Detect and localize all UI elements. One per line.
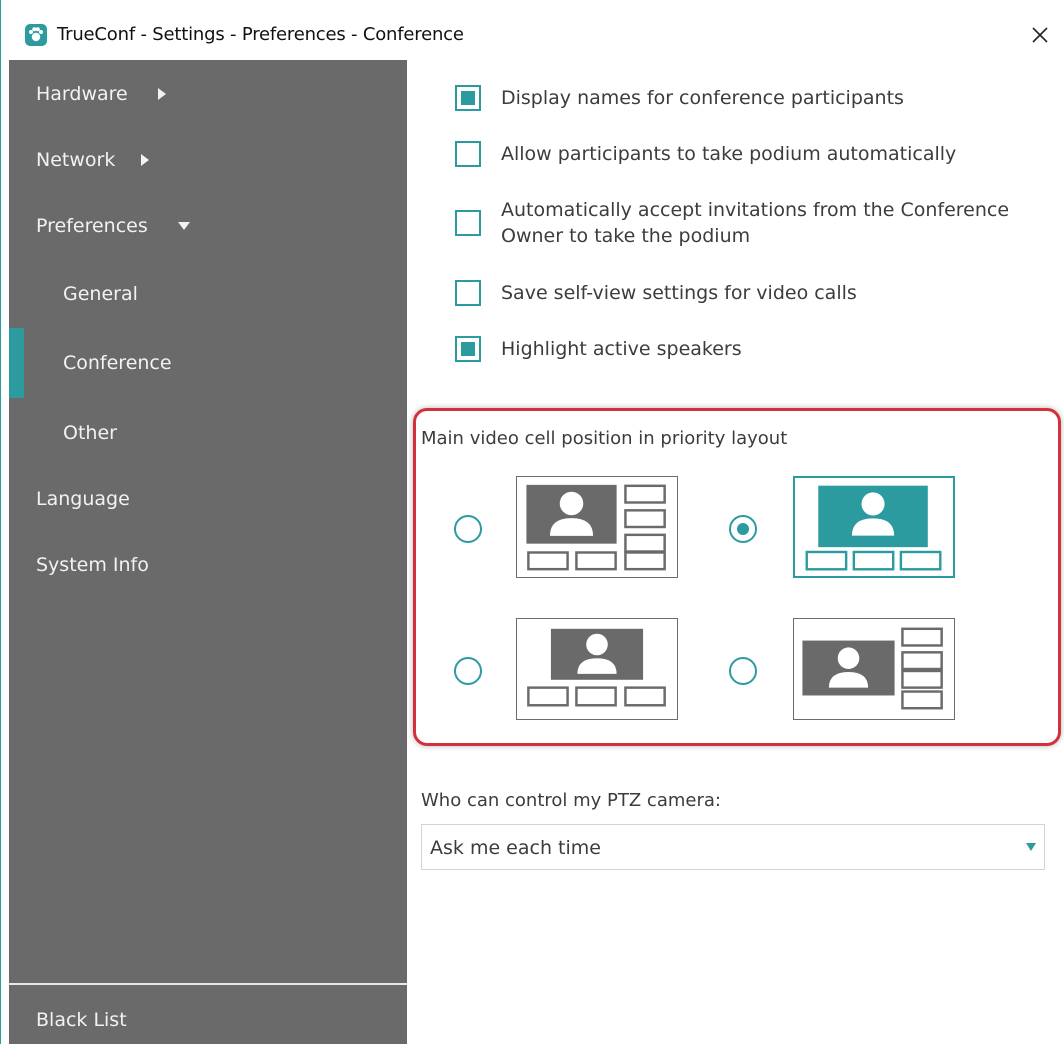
layout-left-main-icon [802, 627, 943, 710]
option-label: Highlight active speakers [501, 338, 742, 360]
option-label: Allow participants to take podium automa… [501, 143, 957, 165]
layout-thumb-top-left[interactable] [516, 476, 678, 578]
highlight-speakers-checkbox[interactable] [455, 336, 481, 362]
sidebar-item-label: General [63, 283, 138, 305]
trueconf-logo-icon [25, 24, 47, 46]
window-title: TrueConf - Settings - Preferences - Conf… [57, 24, 464, 45]
sidebar-item-network[interactable]: Network [9, 140, 407, 180]
sidebar-item-other[interactable]: Other [9, 413, 407, 453]
close-icon [1032, 27, 1048, 43]
layout-thumb-top-centered[interactable] [516, 618, 678, 720]
sidebar-item-label: Hardware [36, 83, 128, 105]
layout-radio-left-main[interactable] [729, 657, 757, 685]
sidebar-item-preferences[interactable]: Preferences [9, 206, 407, 246]
option-label: Display names for conference participant… [501, 87, 904, 109]
sidebar-item-hardware[interactable]: Hardware [9, 74, 407, 114]
option-accept-invitations[interactable]: Automatically accept invitations from th… [455, 199, 1021, 249]
layout-radio-top-left[interactable] [454, 515, 482, 543]
sidebar-divider [9, 983, 407, 985]
layout-radio-top-centered[interactable] [454, 657, 482, 685]
sidebar-item-label: Conference [63, 352, 172, 374]
priority-layout-title: Main video cell position in priority lay… [421, 428, 788, 449]
take-podium-checkbox[interactable] [455, 141, 481, 167]
accept-invitations-checkbox[interactable] [455, 210, 481, 236]
sidebar-item-language[interactable]: Language [9, 479, 407, 519]
option-highlight-speakers[interactable]: Highlight active speakers [455, 336, 1021, 362]
caret-down-icon [178, 222, 190, 230]
option-display-names[interactable]: Display names for conference participant… [455, 85, 1021, 111]
option-label: Automatically accept invitations from th… [501, 199, 1010, 247]
layout-top-left-icon [526, 484, 666, 571]
dropdown-arrow[interactable] [1018, 825, 1044, 869]
caret-right-icon [158, 88, 166, 100]
display-names-checkbox[interactable] [455, 85, 481, 111]
sidebar-item-general[interactable]: General [9, 274, 407, 314]
conference-settings-panel: Display names for conference participant… [407, 60, 1064, 1044]
settings-window: TrueConf - Settings - Preferences - Conf… [0, 0, 1064, 1044]
sidebar-item-label: Preferences [36, 215, 148, 237]
sidebar-item-label: Language [36, 488, 130, 510]
save-self-view-checkbox[interactable] [455, 280, 481, 306]
chevron-down-icon [1026, 843, 1036, 851]
option-take-podium[interactable]: Allow participants to take podium automa… [455, 141, 1021, 167]
sidebar-item-label: System Info [36, 554, 149, 576]
sidebar-item-conference[interactable]: Conference [9, 343, 407, 383]
ptz-camera-value: Ask me each time [430, 837, 601, 859]
settings-sidebar: Hardware Network Preferences General Con… [9, 60, 407, 1044]
option-label: Save self-view settings for video calls [501, 282, 857, 304]
layout-radio-top-wide[interactable] [729, 515, 757, 543]
sidebar-item-black-list[interactable]: Black List [9, 1000, 407, 1040]
layout-thumb-left-main[interactable] [793, 618, 955, 720]
sidebar-item-label: Other [63, 422, 117, 444]
close-button[interactable] [1021, 18, 1057, 50]
sidebar-item-label: Network [36, 149, 116, 171]
ptz-camera-label: Who can control my PTZ camera: [421, 790, 721, 811]
priority-layout-group [413, 408, 1061, 746]
layout-top-wide-icon [805, 485, 942, 571]
ptz-camera-select[interactable]: Ask me each time [421, 824, 1045, 870]
title-bar: TrueConf - Settings - Preferences - Conf… [1, 0, 1064, 60]
sidebar-item-label: Black List [36, 1009, 127, 1031]
layout-thumb-top-wide[interactable] [793, 476, 955, 578]
option-save-self-view[interactable]: Save self-view settings for video calls [455, 280, 1021, 306]
sidebar-item-system-info[interactable]: System Info [9, 545, 407, 585]
layout-top-centered-icon [527, 628, 666, 707]
caret-right-icon [141, 154, 149, 166]
